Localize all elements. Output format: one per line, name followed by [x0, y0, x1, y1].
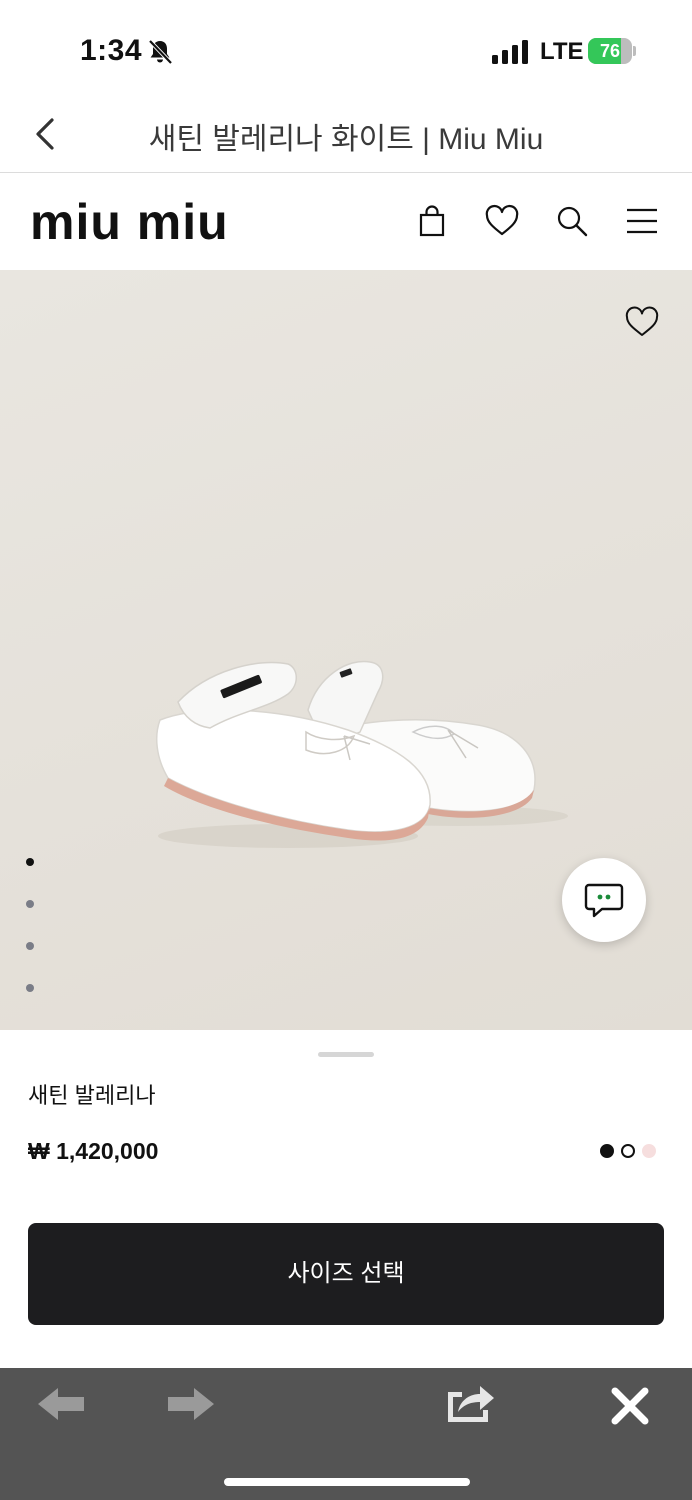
- page-title: 새틴 발레리나 화이트 | Miu Miu: [148, 123, 544, 156]
- chat-button[interactable]: [562, 858, 646, 942]
- status-bar: 1:34 LTE 76: [0, 0, 692, 100]
- search-icon[interactable]: [554, 203, 590, 239]
- product-price: ₩ 1,420,000: [28, 1138, 159, 1164]
- heart-icon[interactable]: [484, 203, 520, 239]
- sheet-grabber[interactable]: [318, 1052, 374, 1057]
- color-swatch-white[interactable]: [621, 1144, 635, 1158]
- wishlist-heart-icon[interactable]: [624, 306, 660, 338]
- back-arrow-icon[interactable]: [36, 1384, 86, 1424]
- gallery-dot[interactable]: [26, 900, 34, 908]
- site-header: miu miu: [0, 173, 692, 270]
- brand-logo[interactable]: miu miu: [30, 201, 294, 245]
- home-indicator[interactable]: [224, 1478, 470, 1486]
- gallery-pagination[interactable]: [26, 858, 38, 998]
- browser-title-bar: 새틴 발레리나 화이트 | Miu Miu: [0, 100, 692, 173]
- forward-arrow-icon[interactable]: [166, 1384, 216, 1424]
- product-image-gallery[interactable]: [0, 270, 692, 1030]
- share-icon[interactable]: [444, 1382, 496, 1424]
- browser-toolbar: [0, 1368, 692, 1500]
- bell-muted-icon: [148, 39, 173, 65]
- select-size-button[interactable]: 사이즈 선택: [28, 1223, 664, 1325]
- chat-bubble-icon: [584, 883, 624, 918]
- battery-percent: 76: [599, 41, 621, 61]
- color-swatch-pink[interactable]: [642, 1144, 656, 1158]
- gallery-dot[interactable]: [26, 858, 34, 866]
- product-info-sheet: 새틴 발레리나 ₩ 1,420,000 사이즈 선택: [0, 1030, 692, 1368]
- battery-indicator: 76: [588, 38, 636, 64]
- color-swatch-black[interactable]: [600, 1144, 614, 1158]
- status-time: 1:34: [80, 34, 143, 67]
- close-icon[interactable]: [610, 1386, 650, 1426]
- product-photo: [155, 660, 568, 848]
- brand-logo-text: miu miu: [30, 201, 229, 245]
- product-name: 새틴 발레리나: [28, 1083, 156, 1108]
- menu-icon[interactable]: [624, 203, 660, 239]
- gallery-dot[interactable]: [26, 984, 34, 992]
- signal-icon: [492, 40, 528, 64]
- network-type: LTE: [540, 38, 584, 65]
- shopping-bag-icon[interactable]: [414, 203, 450, 239]
- gallery-dot[interactable]: [26, 942, 34, 950]
